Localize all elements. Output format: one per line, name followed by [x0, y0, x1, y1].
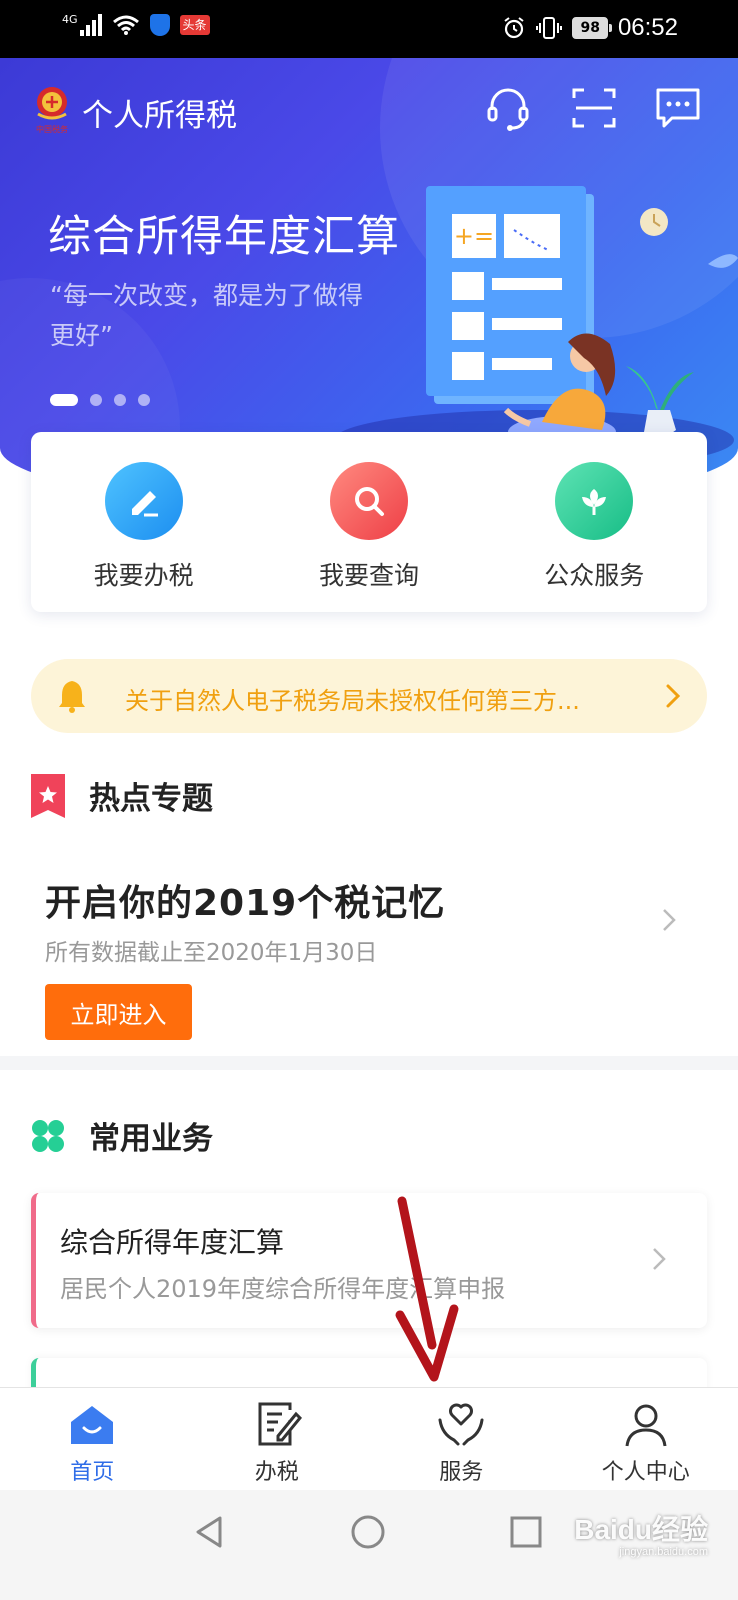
- carousel-dot[interactable]: [114, 394, 126, 406]
- common-business-header: 常用业务: [31, 1113, 213, 1158]
- quick-action-tax[interactable]: 我要办税: [44, 462, 244, 592]
- vibrate-icon: [536, 17, 563, 39]
- scan-icon[interactable]: [570, 84, 618, 132]
- tab-label: 个人中心: [601, 1460, 690, 1485]
- alarm-icon: [504, 17, 525, 39]
- system-navigation-bar: Baidu经验 jingyan.baidu.com: [0, 1490, 738, 1600]
- business-item-title: 综合所得年度汇算: [60, 1226, 285, 1259]
- message-icon[interactable]: [654, 84, 702, 132]
- tab-label: 服务: [439, 1460, 484, 1485]
- tax-emblem-icon: 中国税务: [36, 87, 68, 134]
- tab-label: 办税: [254, 1460, 299, 1485]
- carousel-dot[interactable]: [90, 394, 102, 406]
- quick-action-label: 我要查询: [318, 561, 419, 590]
- quick-action-public-service[interactable]: 公众服务: [494, 462, 694, 592]
- shield-icon: [149, 14, 170, 36]
- signal-bars-icon: [79, 14, 102, 36]
- enter-now-button[interactable]: 立即进入: [45, 984, 192, 1040]
- tab-personal-center[interactable]: 个人中心: [554, 1388, 738, 1490]
- tab-label: 首页: [70, 1460, 115, 1485]
- tab-service[interactable]: 服务: [369, 1388, 554, 1490]
- toutiao-badge: 头条: [179, 15, 210, 35]
- battery-indicator: 98: [572, 17, 613, 39]
- status-bar: 4G 头条 98 06:52: [0, 0, 738, 58]
- flower-icon: [555, 462, 634, 540]
- carousel-dot[interactable]: [50, 394, 78, 406]
- heart-hands-icon: [438, 1403, 484, 1446]
- home-icon: [71, 1406, 114, 1444]
- chevron-right-icon: [666, 684, 681, 708]
- watermark-brand: Baidu经验: [574, 1514, 708, 1545]
- search-icon: [329, 462, 408, 540]
- chevron-right-icon: [653, 1248, 666, 1270]
- network-type: 4G: [62, 13, 78, 26]
- clock: 06:52: [617, 14, 678, 41]
- carousel-dot[interactable]: [138, 394, 150, 406]
- section-divider: [0, 1056, 738, 1070]
- section-title: 热点专题: [89, 781, 213, 817]
- annotation-arrow: [395, 1196, 459, 1382]
- carousel-indicator[interactable]: [50, 394, 150, 406]
- bell-icon: [59, 681, 85, 713]
- signal-indicator: 4G: [62, 14, 102, 36]
- wifi-icon: [112, 15, 139, 35]
- tab-home[interactable]: 首页: [0, 1388, 185, 1490]
- hot-topics-header: 热点专题: [31, 773, 213, 818]
- notice-bar[interactable]: 关于自然人电子税务局未授权任何第三方...: [31, 659, 707, 733]
- quick-action-label: 公众服务: [544, 561, 645, 590]
- chevron-right-icon: [663, 909, 676, 931]
- quick-action-label: 我要办税: [93, 561, 194, 590]
- status-left: 4G 头条: [62, 14, 210, 36]
- headset-icon[interactable]: [484, 84, 532, 132]
- person-icon: [625, 1404, 667, 1447]
- document-edit-icon: [258, 1402, 302, 1446]
- quick-action-query[interactable]: 我要查询: [269, 462, 469, 592]
- topic-subtitle: 所有数据截止至2020年1月30日: [45, 940, 378, 966]
- watermark: Baidu经验 jingyan.baidu.com: [574, 1508, 708, 1558]
- recents-icon[interactable]: [506, 1512, 546, 1552]
- watermark-url: jingyan.baidu.com: [619, 1546, 708, 1558]
- edit-icon: [104, 462, 183, 540]
- svg-text:中国税务: 中国税务: [36, 124, 68, 134]
- svg-text:+=: +=: [454, 222, 494, 250]
- topic-title: 开启你的2019个税记忆: [45, 883, 446, 924]
- business-item[interactable]: 综合所得年度汇算 居民个人2019年度综合所得年度汇算申报: [31, 1193, 707, 1328]
- bottom-tab-bar: 首页 办税 服务 个人中心: [0, 1387, 738, 1490]
- bookmark-star-icon: [31, 773, 65, 818]
- app-header: 中国税务 个人所得税: [0, 58, 738, 158]
- banner-subtitle: “每一次改变，都是为了做得更好”: [50, 281, 363, 350]
- status-right: 98 06:52: [502, 14, 678, 42]
- section-title: 常用业务: [89, 1121, 213, 1157]
- notice-text: 关于自然人电子税务局未授权任何第三方...: [125, 687, 580, 715]
- clover-icon: [32, 1119, 64, 1152]
- quick-actions-card: 我要办税 我要查询 公众服务: [31, 432, 707, 612]
- back-icon[interactable]: [190, 1512, 230, 1552]
- app-title: 个人所得税: [82, 98, 237, 134]
- home-button-icon[interactable]: [348, 1512, 388, 1552]
- tab-tax[interactable]: 办税: [185, 1388, 370, 1490]
